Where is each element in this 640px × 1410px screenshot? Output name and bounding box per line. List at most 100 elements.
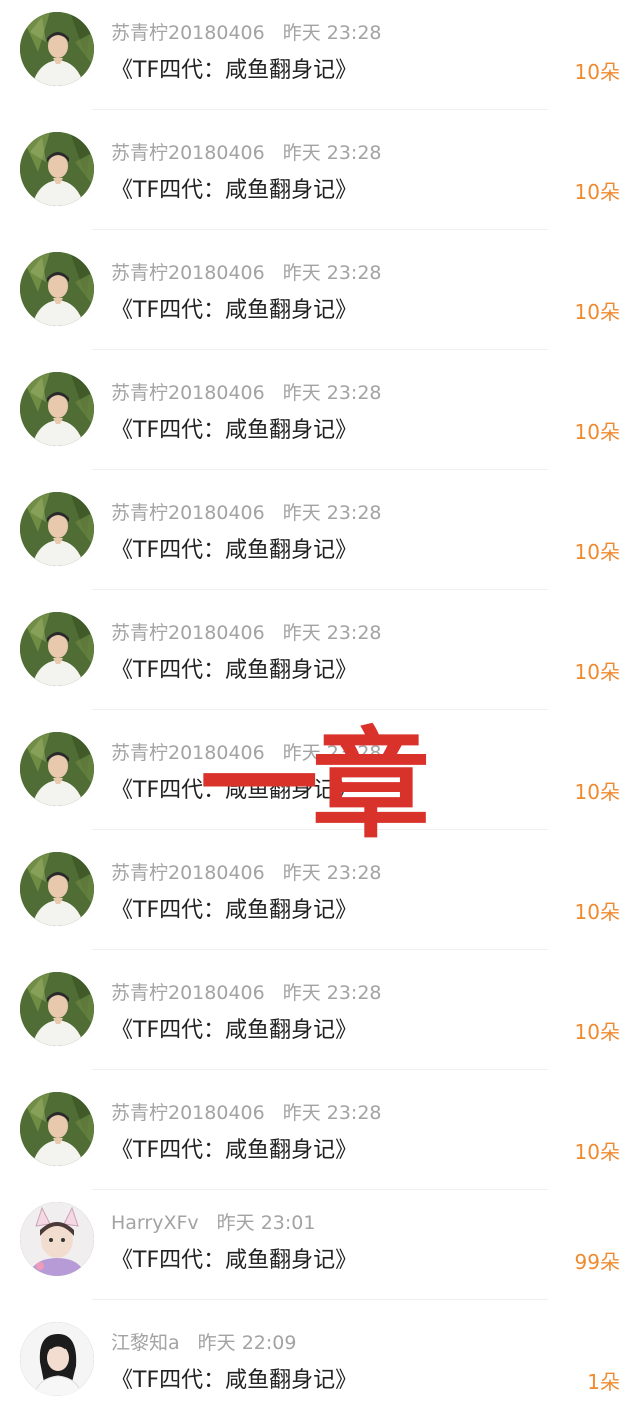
avatar-boy-image	[20, 852, 94, 926]
timestamp: 昨天 23:28	[282, 982, 382, 1004]
divider	[92, 229, 548, 230]
divider	[92, 589, 548, 590]
divider	[92, 1299, 548, 1300]
list-item[interactable]: 苏青柠20180406 昨天 23:28 《TF四代：咸鱼翻身记》 10朵	[0, 120, 640, 240]
meta-line: 苏青柠20180406 昨天 23:28	[111, 498, 382, 526]
user-name[interactable]: 苏青柠20180406	[111, 142, 265, 164]
timestamp: 昨天 23:28	[282, 22, 382, 44]
meta-line: 苏青柠20180406 昨天 23:28	[111, 618, 382, 646]
avatar-boy-image	[20, 492, 94, 566]
work-title[interactable]: 《TF四代：咸鱼翻身记》	[111, 172, 357, 204]
meta-line: 苏青柠20180406 昨天 23:28	[111, 18, 382, 46]
meta-line: HarryXFv 昨天 23:01	[111, 1208, 315, 1236]
avatar-girl-image	[20, 1322, 94, 1396]
work-title[interactable]: 《TF四代：咸鱼翻身记》	[111, 772, 357, 804]
user-name[interactable]: 江黎知a	[111, 1332, 180, 1354]
work-title[interactable]: 《TF四代：咸鱼翻身记》	[111, 892, 357, 924]
flower-count: 10朵	[574, 300, 620, 324]
work-title[interactable]: 《TF四代：咸鱼翻身记》	[111, 412, 357, 444]
flower-count: 10朵	[574, 660, 620, 684]
avatar-boy-image	[20, 132, 94, 206]
list-item[interactable]: HarryXFv 昨天 23:01 《TF四代：咸鱼翻身记》 99朵	[0, 1190, 640, 1310]
flower-count: 10朵	[574, 780, 620, 804]
avatar[interactable]	[20, 852, 94, 926]
meta-line: 苏青柠20180406 昨天 23:28	[111, 138, 382, 166]
avatar-boy-image	[20, 1092, 94, 1166]
flower-count: 10朵	[574, 1140, 620, 1164]
user-name[interactable]: 苏青柠20180406	[111, 22, 265, 44]
timestamp: 昨天 23:28	[282, 502, 382, 524]
meta-line: 苏青柠20180406 昨天 23:28	[111, 978, 382, 1006]
work-title[interactable]: 《TF四代：咸鱼翻身记》	[111, 1362, 357, 1394]
timestamp: 昨天 23:01	[216, 1212, 316, 1234]
flower-count: 1朵	[587, 1370, 620, 1394]
flower-count: 99朵	[574, 1250, 620, 1274]
meta-line: 苏青柠20180406 昨天 23:28	[111, 258, 382, 286]
user-name[interactable]: 苏青柠20180406	[111, 622, 265, 644]
avatar[interactable]	[20, 972, 94, 1046]
avatar[interactable]	[20, 1202, 94, 1276]
avatar-boy-image	[20, 252, 94, 326]
timestamp: 昨天 22:09	[197, 1332, 297, 1354]
timestamp: 昨天 23:28	[282, 742, 382, 764]
user-name[interactable]: 苏青柠20180406	[111, 1102, 265, 1124]
list-item[interactable]: 苏青柠20180406 昨天 23:28 《TF四代：咸鱼翻身记》 10朵	[0, 1080, 640, 1200]
divider	[92, 469, 548, 470]
timestamp: 昨天 23:28	[282, 382, 382, 404]
list-item[interactable]: 苏青柠20180406 昨天 23:28 《TF四代：咸鱼翻身记》 10朵	[0, 360, 640, 480]
work-title[interactable]: 《TF四代：咸鱼翻身记》	[111, 1132, 357, 1164]
work-title[interactable]: 《TF四代：咸鱼翻身记》	[111, 532, 357, 564]
flower-count: 10朵	[574, 1020, 620, 1044]
avatar[interactable]	[20, 252, 94, 326]
work-title[interactable]: 《TF四代：咸鱼翻身记》	[111, 1242, 357, 1274]
user-name[interactable]: 苏青柠20180406	[111, 982, 265, 1004]
list-item[interactable]: 苏青柠20180406 昨天 23:28 《TF四代：咸鱼翻身记》 10朵	[0, 960, 640, 1080]
list-item[interactable]: 江黎知a 昨天 22:09 《TF四代：咸鱼翻身记》 1朵	[0, 1310, 640, 1410]
list-item[interactable]: 苏青柠20180406 昨天 23:28 《TF四代：咸鱼翻身记》 10朵	[0, 600, 640, 720]
work-title[interactable]: 《TF四代：咸鱼翻身记》	[111, 52, 357, 84]
work-title[interactable]: 《TF四代：咸鱼翻身记》	[111, 652, 357, 684]
flower-count: 10朵	[574, 540, 620, 564]
avatar[interactable]	[20, 612, 94, 686]
flower-count: 10朵	[574, 900, 620, 924]
user-name[interactable]: 苏青柠20180406	[111, 862, 265, 884]
user-name[interactable]: 苏青柠20180406	[111, 382, 265, 404]
divider	[92, 109, 548, 110]
avatar[interactable]	[20, 1322, 94, 1396]
meta-line: 苏青柠20180406 昨天 23:28	[111, 378, 382, 406]
work-title[interactable]: 《TF四代：咸鱼翻身记》	[111, 1012, 357, 1044]
avatar[interactable]	[20, 1092, 94, 1166]
user-name[interactable]: HarryXFv	[111, 1212, 199, 1234]
user-name[interactable]: 苏青柠20180406	[111, 262, 265, 284]
list-item[interactable]: 苏青柠20180406 昨天 23:28 《TF四代：咸鱼翻身记》 10朵	[0, 0, 640, 120]
avatar[interactable]	[20, 372, 94, 446]
meta-line: 江黎知a 昨天 22:09	[111, 1328, 296, 1356]
avatar[interactable]	[20, 492, 94, 566]
user-name[interactable]: 苏青柠20180406	[111, 742, 265, 764]
timestamp: 昨天 23:28	[282, 622, 382, 644]
divider	[92, 949, 548, 950]
avatar-boy-image	[20, 612, 94, 686]
list-item[interactable]: 苏青柠20180406 昨天 23:28 《TF四代：咸鱼翻身记》 10朵	[0, 720, 640, 840]
meta-line: 苏青柠20180406 昨天 23:28	[111, 1098, 382, 1126]
avatar[interactable]	[20, 732, 94, 806]
work-title[interactable]: 《TF四代：咸鱼翻身记》	[111, 292, 357, 324]
avatar[interactable]	[20, 12, 94, 86]
avatar-boy-image	[20, 12, 94, 86]
flower-count: 10朵	[574, 420, 620, 444]
list-item[interactable]: 苏青柠20180406 昨天 23:28 《TF四代：咸鱼翻身记》 10朵	[0, 480, 640, 600]
user-name[interactable]: 苏青柠20180406	[111, 502, 265, 524]
meta-line: 苏青柠20180406 昨天 23:28	[111, 738, 382, 766]
avatar-boy-image	[20, 972, 94, 1046]
list-item[interactable]: 苏青柠20180406 昨天 23:28 《TF四代：咸鱼翻身记》 10朵	[0, 840, 640, 960]
avatar-boy-image	[20, 732, 94, 806]
timestamp: 昨天 23:28	[282, 142, 382, 164]
avatar-boy-image	[20, 372, 94, 446]
list-item[interactable]: 苏青柠20180406 昨天 23:28 《TF四代：咸鱼翻身记》 10朵	[0, 240, 640, 360]
flower-count: 10朵	[574, 60, 620, 84]
flower-count: 10朵	[574, 180, 620, 204]
divider	[92, 709, 548, 710]
divider	[92, 1069, 548, 1070]
divider	[92, 829, 548, 830]
avatar[interactable]	[20, 132, 94, 206]
